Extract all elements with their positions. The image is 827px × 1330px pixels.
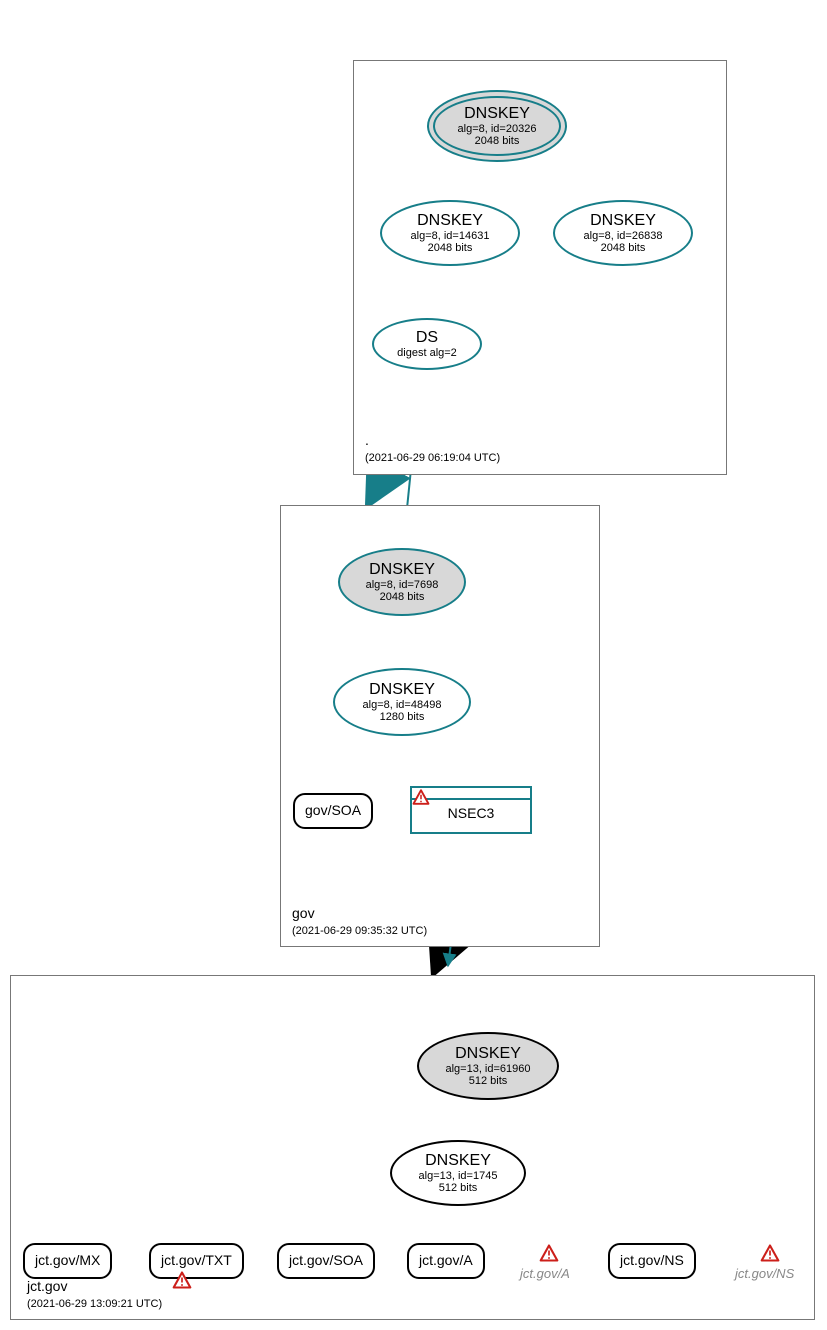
dnskey-root-ksk: DNSKEY alg=8, id=20326 2048 bits — [427, 90, 567, 162]
rrset-jct-soa: jct.gov/SOA — [277, 1243, 375, 1279]
zone-gov-name: gov — [292, 905, 315, 921]
nsec3-label: NSEC3 — [448, 806, 495, 821]
rrset-jct-a: jct.gov/A — [407, 1243, 485, 1279]
rrset-jct-mx: jct.gov/MX — [23, 1243, 112, 1279]
rrset-jct-txt: jct.gov/TXT — [149, 1243, 244, 1279]
warning-icon — [539, 1243, 559, 1263]
dnskey-gov-zsk: DNSKEY alg=8, id=48498 1280 bits — [333, 668, 471, 736]
diagram-canvas: . (2021-06-29 06:19:04 UTC) DNSKEY alg=8… — [0, 0, 827, 1330]
zone-jctgov-name: jct.gov — [27, 1278, 67, 1294]
zone-gov-timestamp: (2021-06-29 09:35:32 UTC) — [292, 925, 427, 937]
dnskey-jct-zsk: DNSKEY alg=13, id=1745 512 bits — [390, 1140, 526, 1206]
rrset-gov-soa: gov/SOA — [293, 793, 373, 829]
nsec3-box: NSEC3 — [410, 786, 532, 834]
dnskey-gov-ksk: DNSKEY alg=8, id=7698 2048 bits — [338, 548, 466, 616]
dnskey-title: DNSKEY — [464, 105, 530, 123]
zone-root-name: . — [365, 432, 369, 448]
rrset-jct-ns: jct.gov/NS — [608, 1243, 696, 1279]
ghost-rrset-jct-ns: jct.gov/NS — [735, 1266, 794, 1281]
warning-icon — [172, 1270, 192, 1290]
dnskey-root-zsk-14631: DNSKEY alg=8, id=14631 2048 bits — [380, 200, 520, 266]
ghost-rrset-jct-a: jct.gov/A — [520, 1266, 570, 1281]
warning-icon — [412, 788, 430, 806]
dnskey-root-zsk-26838: DNSKEY alg=8, id=26838 2048 bits — [553, 200, 693, 266]
dnskey-jct-ksk: DNSKEY alg=13, id=61960 512 bits — [417, 1032, 559, 1100]
dnskey-bits: 2048 bits — [475, 135, 520, 147]
dnskey-detail: alg=8, id=20326 — [458, 123, 537, 135]
zone-root-timestamp: (2021-06-29 06:19:04 UTC) — [365, 452, 500, 464]
ds-node: DS digest alg=2 — [372, 318, 482, 370]
zone-jctgov-timestamp: (2021-06-29 13:09:21 UTC) — [27, 1298, 162, 1310]
warning-icon — [760, 1243, 780, 1263]
